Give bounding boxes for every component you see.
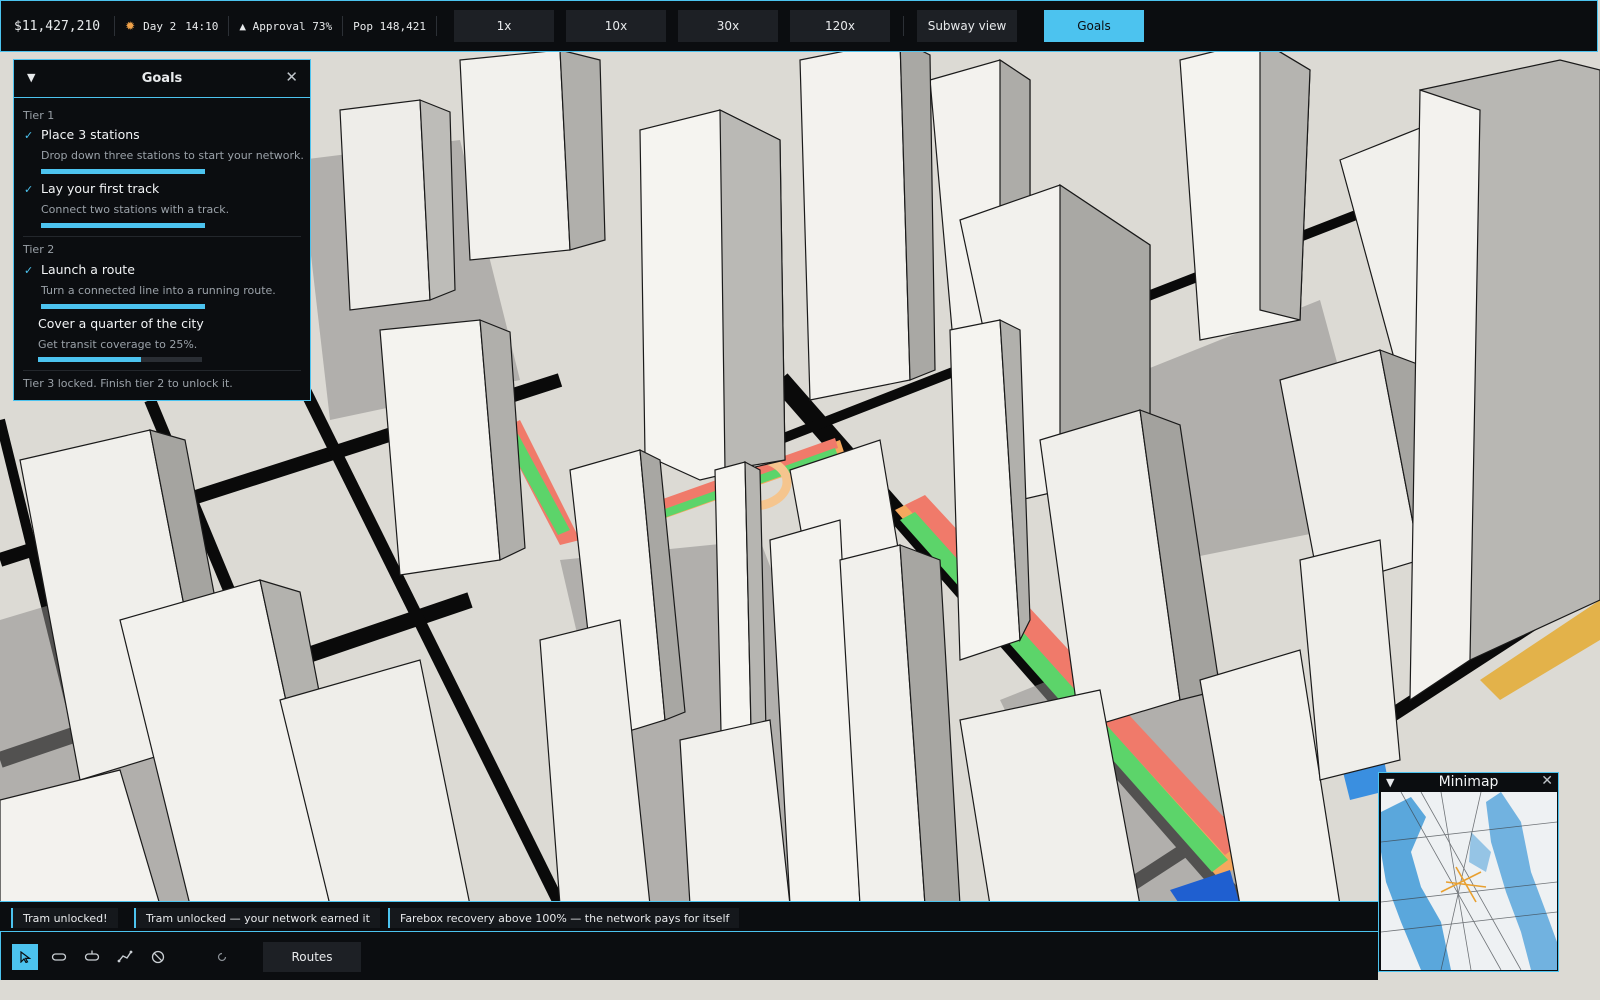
bottom-toolbar: Routes xyxy=(0,931,1378,980)
minimap-panel: ▼ Minimap ✕ xyxy=(1378,772,1559,972)
check-icon: ✓ xyxy=(24,264,34,277)
locked-tier-note: Tier 3 locked. Finish tier 2 to unlock i… xyxy=(23,377,233,390)
notification-bar: Tram unlocked! Tram unlocked — your netw… xyxy=(0,901,1378,931)
notification-item[interactable]: Farebox recovery above 100% — the networ… xyxy=(388,908,740,928)
goals-panel-header: ▼ Goals ✕ xyxy=(14,60,310,98)
routes-button[interactable]: Routes xyxy=(263,942,361,972)
demolish-icon[interactable] xyxy=(145,944,171,970)
goals-panel-title: Goals xyxy=(141,71,183,86)
tier-label: Tier 2 xyxy=(23,243,55,256)
close-icon[interactable]: ✕ xyxy=(285,68,298,86)
minimap-view[interactable] xyxy=(1381,792,1557,970)
goal-progress-bar xyxy=(38,357,202,362)
tram-stop-icon[interactable] xyxy=(79,944,105,970)
goal-name: Cover a quarter of the city xyxy=(38,316,204,331)
goal-description: Drop down three stations to start your n… xyxy=(41,149,304,162)
goal-progress-bar xyxy=(41,169,205,174)
divider xyxy=(902,16,904,36)
minimap-title: Minimap xyxy=(1438,774,1499,790)
goal-name: Place 3 stations xyxy=(41,127,140,142)
check-icon: ✓ xyxy=(24,129,34,142)
day-readout: Day 2 xyxy=(143,19,177,33)
divider xyxy=(435,16,437,36)
time-readout: 14:10 xyxy=(185,19,219,33)
divider xyxy=(23,236,301,237)
close-icon[interactable]: ✕ xyxy=(1541,773,1553,789)
speed-120x-button[interactable]: 120x xyxy=(789,10,890,42)
notification-item[interactable]: Tram unlocked — your network earned it xyxy=(134,908,380,928)
speed-1x-button[interactable]: 1x xyxy=(453,10,554,42)
goal-progress-bar xyxy=(41,223,205,228)
check-icon: ✓ xyxy=(24,183,34,196)
approval-readout: ▲ Approval 73% xyxy=(239,19,333,33)
divider xyxy=(228,16,230,36)
divider xyxy=(342,16,344,36)
goal-description: Get transit coverage to 25%. xyxy=(38,338,198,351)
station-icon[interactable] xyxy=(46,944,72,970)
goal-description: Turn a connected line into a running rou… xyxy=(41,284,276,297)
goals-panel: ▼ Goals ✕ Tier 1 ✓ Place 3 stations Drop… xyxy=(13,59,311,401)
sun-icon: ✹ xyxy=(125,19,136,33)
track-icon[interactable] xyxy=(112,944,138,970)
divider xyxy=(114,16,116,36)
divider xyxy=(23,370,301,371)
top-hud-bar: $11,427,210 ✹ Day 2 14:10 ▲ Approval 73%… xyxy=(0,0,1598,52)
goal-progress-bar xyxy=(41,304,205,309)
tier-label: Tier 1 xyxy=(23,109,55,122)
population-readout: Pop 148,421 xyxy=(353,19,426,33)
speed-10x-button[interactable]: 10x xyxy=(565,10,666,42)
money-readout: $11,427,210 xyxy=(14,18,101,34)
speed-30x-button[interactable]: 30x xyxy=(677,10,778,42)
select-icon[interactable] xyxy=(12,944,38,970)
subway-view-button[interactable]: Subway view xyxy=(916,10,1017,42)
undo-icon[interactable] xyxy=(209,944,235,970)
notification-item[interactable]: Tram unlocked! xyxy=(11,908,118,928)
goal-name: Lay your first track xyxy=(41,181,160,196)
goal-name: Launch a route xyxy=(41,262,135,277)
goals-button[interactable]: Goals xyxy=(1043,10,1144,42)
goal-description: Connect two stations with a track. xyxy=(41,203,230,216)
